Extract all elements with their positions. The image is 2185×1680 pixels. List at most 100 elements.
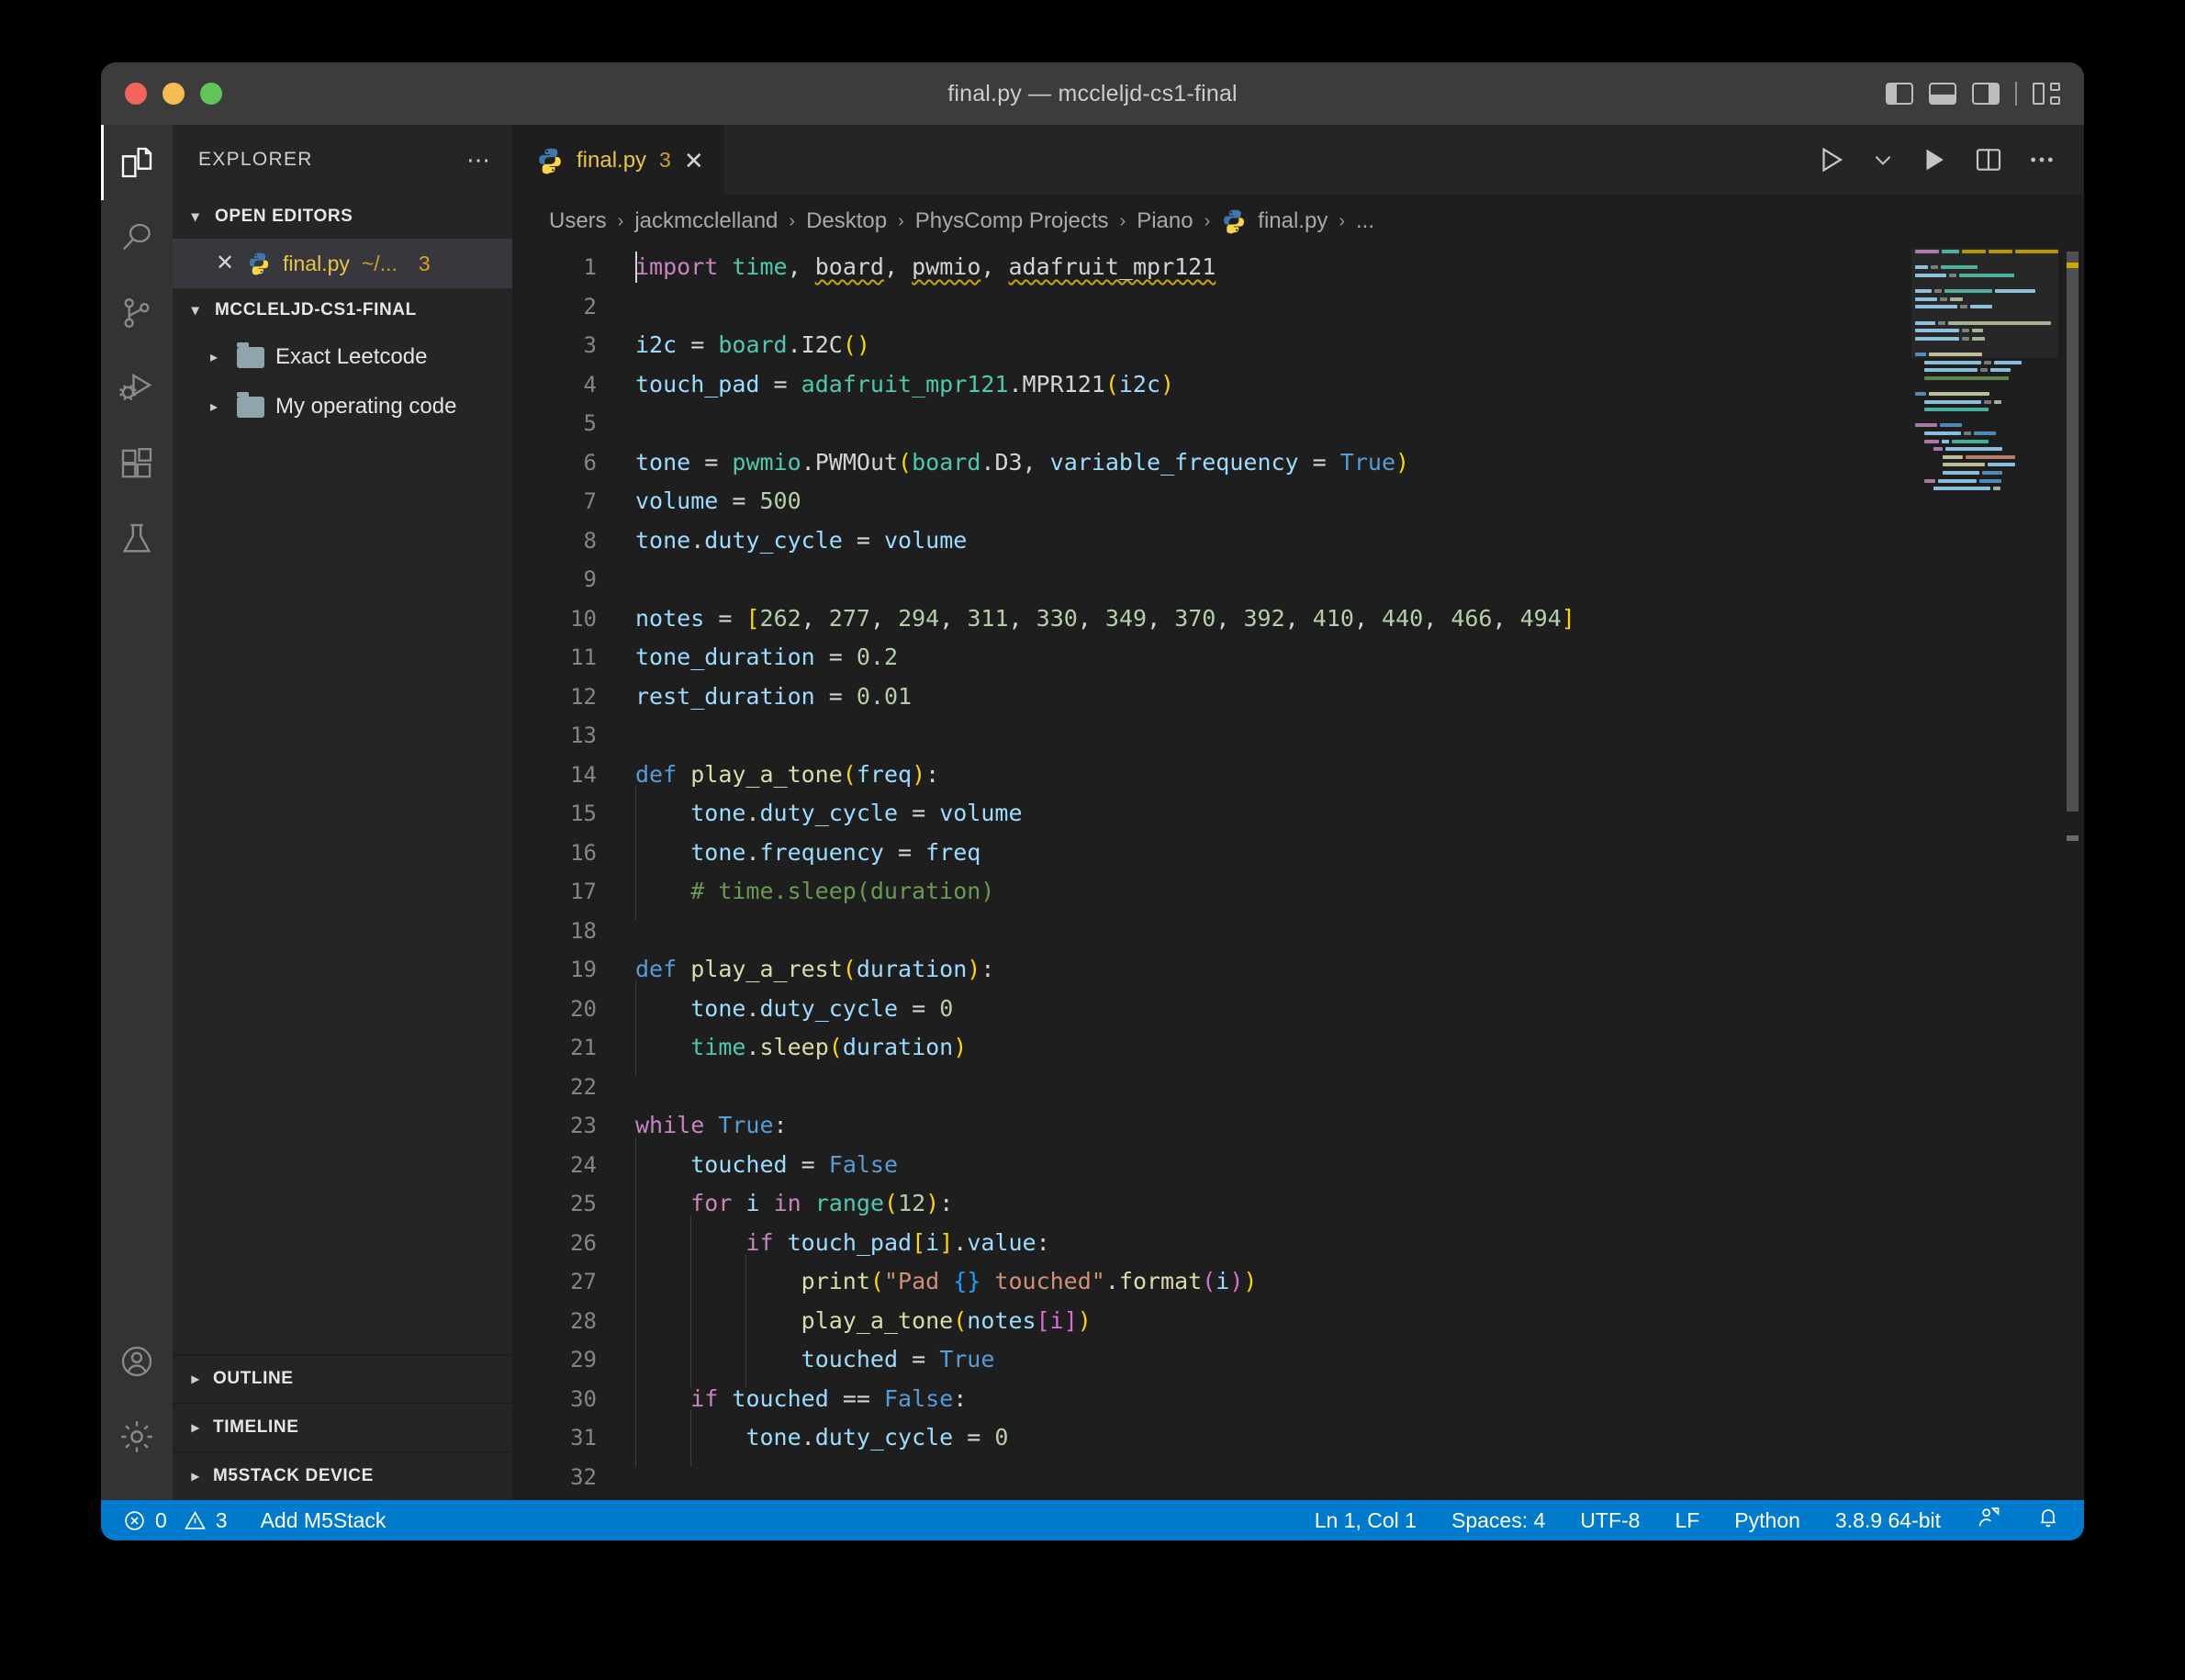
breadcrumb-item-desktop[interactable]: Desktop: [806, 208, 887, 234]
breadcrumb-item-users[interactable]: Users: [549, 208, 607, 234]
activity-bar: [101, 125, 173, 1500]
line-content: tone = pwmio.PWMOut(board.D3, variable_f…: [635, 443, 1409, 483]
editor-scrollbar[interactable]: [2067, 252, 2079, 812]
minimap-slider[interactable]: [1911, 248, 2058, 358]
status-cursor-position[interactable]: Ln 1, Col 1: [1315, 1508, 1417, 1533]
line-number: 18: [512, 912, 635, 951]
tab-final-py[interactable]: final.py 3 ✕: [512, 125, 724, 195]
line-number: 8: [512, 521, 635, 561]
line-content: i2c = board.I2C(): [635, 326, 870, 365]
status-indentation[interactable]: Spaces: 4: [1451, 1508, 1545, 1533]
warning-triangle-icon: [184, 1509, 207, 1532]
close-editor-icon[interactable]: ✕: [215, 252, 235, 274]
code-line: 26 if touch_pad[i].value:: [512, 1224, 2084, 1263]
section-outline[interactable]: ▸ OUTLINE: [173, 1354, 512, 1403]
line-number: 11: [512, 638, 635, 678]
explorer-more-actions-icon[interactable]: ⋯: [466, 155, 492, 164]
run-button-icon[interactable]: [1919, 144, 1950, 175]
code-line: 12rest_duration = 0.01: [512, 678, 2084, 717]
code-line: 10notes = [262, 277, 294, 311, 330, 349,…: [512, 599, 2084, 639]
activity-run-and-debug-icon[interactable]: [101, 351, 173, 426]
open-editor-name: final.py: [283, 252, 350, 276]
status-eol[interactable]: LF: [1675, 1508, 1699, 1533]
code-line: 7volume = 500: [512, 482, 2084, 521]
activity-manage-settings-icon[interactable]: [101, 1399, 173, 1474]
line-number: 30: [512, 1380, 635, 1419]
folder-icon: [237, 397, 264, 418]
line-content: print("Pad {} touched".format(i)): [635, 1262, 1257, 1302]
activity-search-icon[interactable]: [101, 200, 173, 275]
chevron-right-icon: ▸: [185, 1370, 206, 1388]
editor-more-actions-icon[interactable]: [2027, 145, 2056, 174]
code-lines[interactable]: 1import time, board, pwmio, adafruit_mpr…: [512, 248, 2084, 1500]
activity-accounts-icon[interactable]: [101, 1324, 173, 1399]
toggle-secondary-sidebar-icon[interactable]: [1972, 83, 2000, 105]
folder-label: Exact Leetcode: [275, 344, 427, 370]
zoom-window-button[interactable]: [200, 83, 222, 105]
run-python-file-icon[interactable]: [1816, 144, 1847, 175]
line-number: 32: [512, 1458, 635, 1497]
activity-extensions-icon[interactable]: [101, 426, 173, 501]
customize-layout-icon[interactable]: [2033, 83, 2060, 105]
close-window-button[interactable]: [125, 83, 147, 105]
section-open-editors[interactable]: ▾ OPEN EDITORS: [173, 195, 512, 239]
status-encoding[interactable]: UTF-8: [1580, 1508, 1640, 1533]
status-bar-left: 0 3 Add M5Stack: [123, 1508, 386, 1533]
close-icon[interactable]: ✕: [684, 149, 704, 173]
code-line: 27 print("Pad {} touched".format(i)): [512, 1262, 2084, 1302]
line-number: 1: [512, 248, 635, 287]
run-options-chevron-down-icon[interactable]: [1871, 148, 1895, 172]
section-m5stack-device[interactable]: ▸ M5STACK DEVICE: [173, 1451, 512, 1500]
section-workspace-folder[interactable]: ▾ MCCLELJD-CS1-FINAL: [173, 288, 512, 332]
line-content: touched = False: [635, 1146, 898, 1185]
status-python-interpreter[interactable]: 3.8.9 64-bit: [1835, 1508, 1941, 1533]
line-content: play_a_tone(notes[i]): [635, 1302, 1092, 1341]
minimize-window-button[interactable]: [162, 83, 185, 105]
breadcrumb-item-piano[interactable]: Piano: [1137, 208, 1193, 234]
activity-source-control-icon[interactable]: [101, 275, 173, 351]
activity-explorer-icon[interactable]: [101, 125, 173, 200]
minimap[interactable]: [1911, 248, 2058, 1500]
line-content: tone.duty_cycle = 0: [635, 1418, 1008, 1458]
breadcrumb-separator: ›: [618, 211, 624, 232]
feedback-icon[interactable]: [1976, 1505, 2001, 1536]
line-content: while True:: [635, 1106, 788, 1146]
python-icon: [536, 147, 564, 174]
code-line: 31 tone.duty_cycle = 0: [512, 1418, 2084, 1458]
split-editor-right-icon[interactable]: [1974, 145, 2003, 174]
breadcrumb-item-symbol[interactable]: ...: [1356, 208, 1374, 234]
code-line: 28 play_a_tone(notes[i]): [512, 1302, 2084, 1341]
notifications-bell-icon[interactable]: [2036, 1506, 2060, 1535]
open-editor-item-final-py[interactable]: ✕ final.py ~/... 3: [173, 239, 512, 288]
problems-status[interactable]: 0 3: [123, 1508, 228, 1533]
workbench-body: EXPLORER ⋯ ▾ OPEN EDITORS ✕ final.py ~/.…: [101, 125, 2084, 1500]
code-editor[interactable]: 1import time, board, pwmio, adafruit_mpr…: [512, 248, 2084, 1500]
line-number: 13: [512, 716, 635, 756]
line-content: tone.frequency = freq: [635, 834, 980, 873]
breadcrumb-item-physcomp-projects[interactable]: PhysComp Projects: [915, 208, 1109, 234]
toggle-primary-sidebar-icon[interactable]: [1886, 83, 1913, 105]
text-cursor: [635, 252, 637, 283]
section-timeline[interactable]: ▸ TIMELINE: [173, 1403, 512, 1451]
breadcrumb-item-final-py[interactable]: final.py: [1258, 208, 1328, 234]
status-task-add-m5stack[interactable]: Add M5Stack: [261, 1508, 387, 1533]
code-line: 19def play_a_rest(duration):: [512, 950, 2084, 990]
folder-item-my-operating-code[interactable]: ▸ My operating code: [173, 382, 512, 431]
code-line: 11tone_duration = 0.2: [512, 638, 2084, 678]
line-content: tone.duty_cycle = volume: [635, 521, 967, 561]
breadcrumb-separator: ›: [898, 211, 904, 232]
tab-bar-empty-space: [724, 125, 1816, 195]
code-line: 4touch_pad = adafruit_mpr121.MPR121(i2c): [512, 365, 2084, 405]
line-content: tone_duration = 0.2: [635, 638, 898, 678]
status-language-mode[interactable]: Python: [1734, 1508, 1800, 1533]
breadcrumb-item-jackmcclelland[interactable]: jackmcclelland: [634, 208, 778, 234]
line-number: 28: [512, 1302, 635, 1341]
toggle-panel-icon[interactable]: [1929, 83, 1956, 105]
line-number: 3: [512, 326, 635, 365]
tab-problem-badge: 3: [659, 148, 671, 173]
folder-item-exact-leetcode[interactable]: ▸ Exact Leetcode: [173, 332, 512, 382]
line-content: volume = 500: [635, 482, 801, 521]
line-number: 4: [512, 365, 635, 405]
activity-testing-icon[interactable]: [101, 501, 173, 577]
open-editor-path: ~/...: [362, 252, 398, 276]
